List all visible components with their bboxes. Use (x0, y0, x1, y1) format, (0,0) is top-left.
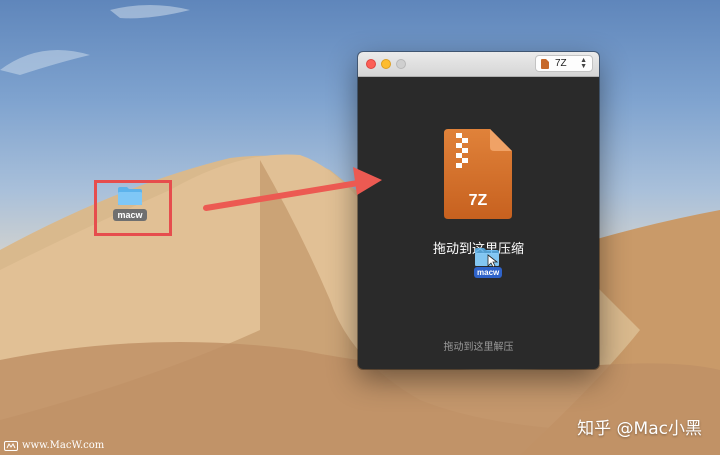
watermark-right: 知乎 @Mac小黑 (577, 419, 702, 439)
watermark-left: www.MacW.com (4, 440, 104, 451)
arrow-icon (203, 167, 382, 211)
watermark-left-text: www.MacW.com (22, 440, 105, 451)
macw-logo-icon (4, 440, 18, 451)
